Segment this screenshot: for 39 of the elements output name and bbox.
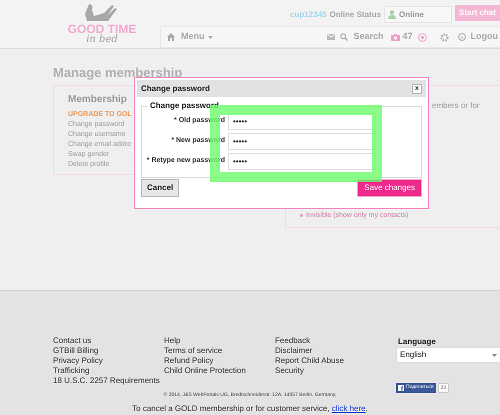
footer-link[interactable]: GTBill Billing (53, 346, 160, 356)
page-title: Manage membership (53, 64, 182, 82)
dialog-title: Change password (141, 82, 211, 94)
photo-count: 47 (402, 30, 412, 44)
target-icon[interactable] (418, 32, 426, 42)
info-icon (458, 33, 466, 41)
cancel-button[interactable]: Cancel (141, 179, 180, 197)
footer-link[interactable]: Security (275, 366, 344, 376)
click-here-link[interactable]: click here (332, 404, 366, 413)
footer-link[interactable]: Report Child Abuse (275, 356, 344, 366)
home-icon[interactable] (167, 33, 175, 41)
person-icon (388, 10, 396, 19)
footer-link[interactable]: Child Online Protection (164, 366, 246, 376)
footer-link[interactable]: Feedback (275, 336, 344, 346)
language-label: Language (398, 336, 436, 348)
language-select[interactable]: English (396, 347, 500, 363)
footer-link[interactable]: Contact us (53, 336, 160, 346)
panel-text: embers or for (432, 100, 480, 112)
mail-icon[interactable] (327, 34, 336, 40)
facebook-icon (398, 385, 404, 391)
panel-heading: Membership (68, 93, 127, 107)
caret-icon (492, 354, 497, 356)
footer-link[interactable]: Privacy Policy (53, 356, 160, 366)
bullet-icon (300, 214, 303, 217)
footer-link[interactable]: Refund Policy (164, 356, 246, 366)
search-icon[interactable] (340, 33, 348, 41)
caret-icon (208, 36, 212, 38)
cancel-notice: To cancel a GOLD membership or for customer service, click here. (131, 403, 369, 415)
settings-icon[interactable] (440, 32, 448, 42)
save-changes-button[interactable]: Save changes (357, 179, 422, 197)
camera-icon[interactable] (391, 34, 400, 40)
status-label: Online Status (329, 8, 382, 20)
footer-link[interactable]: Terms of service (164, 346, 246, 356)
footer-link[interactable]: Trafficking (53, 366, 160, 376)
footer-link[interactable]: Help (164, 336, 246, 346)
footer-link[interactable]: Disclaimer (275, 346, 344, 356)
footer-link[interactable]: 18 U.S.C. 2257 Requirements (53, 376, 160, 386)
logo-text: GOOD TIME (68, 23, 136, 35)
logo-tagline: in bed (86, 35, 118, 45)
